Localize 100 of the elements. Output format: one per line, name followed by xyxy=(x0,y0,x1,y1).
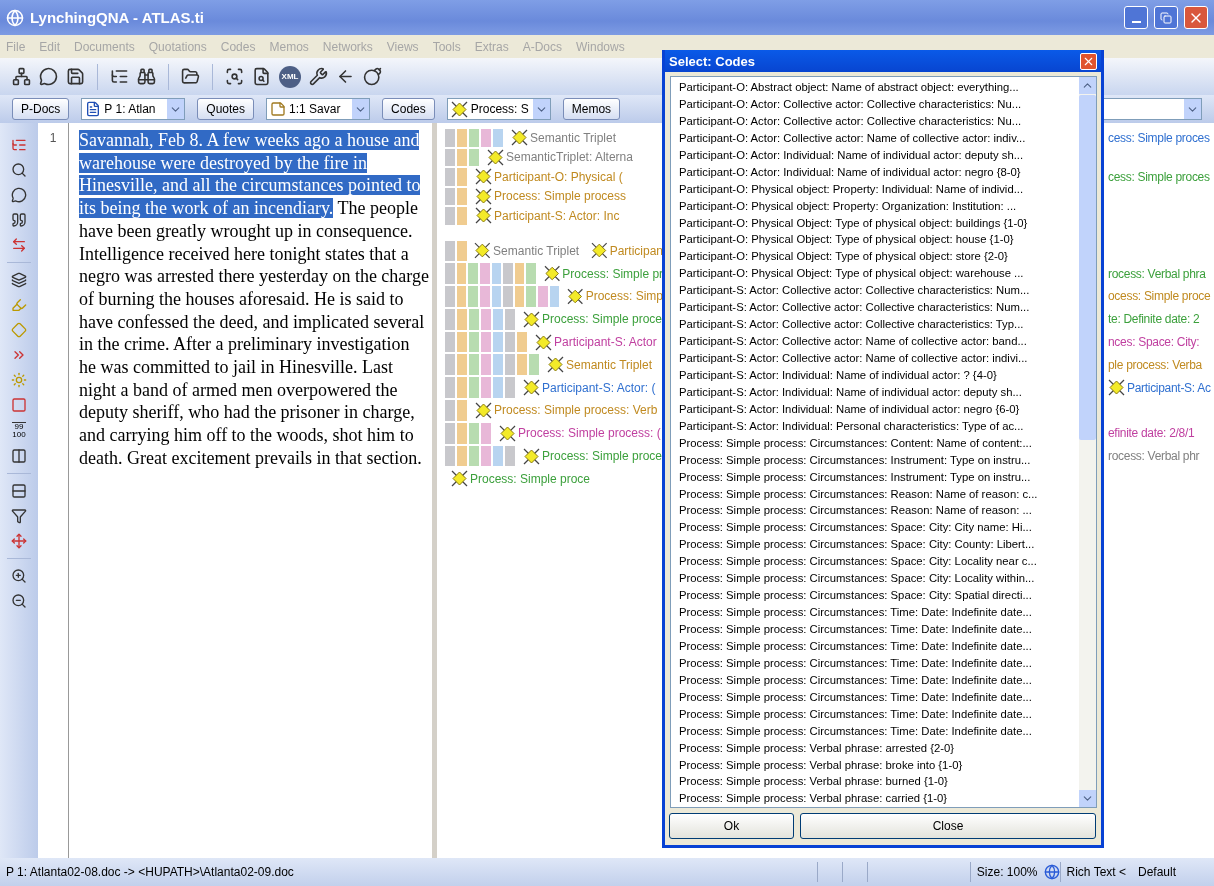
list-item[interactable]: Process: Simple process: Circumstances: Time: Date: Indefinite date... xyxy=(679,705,1079,723)
list-icon[interactable] xyxy=(11,137,27,153)
code-label[interactable]: Process: Simple process: ( xyxy=(518,426,661,441)
quote-icon[interactable] xyxy=(11,212,27,228)
list-item[interactable]: Participant-S: Actor: Collective actor: Collective characteristics: Num... xyxy=(679,299,1079,317)
file-search-icon[interactable] xyxy=(252,67,271,86)
list-item[interactable]: Process: Simple process: Circumstances: Time: Date: Indefinite date... xyxy=(679,722,1079,740)
list-item[interactable]: Participant-O: Physical object: Property: Individual: Name of individ... xyxy=(679,180,1079,198)
dialog-button[interactable]: Ok xyxy=(669,813,794,839)
list-item[interactable]: Process: Simple process: Circumstances: Time: Date: Indefinite date... xyxy=(679,654,1079,672)
list-item[interactable]: Participant-O: Actor: Collective actor: Collective characteristics: Nu... xyxy=(679,95,1079,113)
folder-icon[interactable] xyxy=(181,67,200,86)
close-button[interactable] xyxy=(1184,6,1208,29)
speech-bubble-icon[interactable] xyxy=(11,187,27,203)
list-item[interactable]: Process: Simple process: Circumstances: Time: Date: Indefinite date... xyxy=(679,621,1079,638)
navigator-button[interactable]: Memos xyxy=(562,98,621,120)
filter-icon[interactable] xyxy=(11,508,27,524)
list-item[interactable]: Participant-O: Physical object: Property: Organization: Institution: ... xyxy=(679,197,1079,215)
list-item[interactable]: Participant-O: Physical Object: Type of physical object: store {2-0} xyxy=(679,248,1079,266)
binoculars-icon[interactable] xyxy=(137,67,156,86)
list-item[interactable]: Process: Simple process: Circumstances: Space: City: Locality within... xyxy=(679,570,1079,588)
code-label[interactable]: rocess: Verbal phra xyxy=(1108,266,1206,281)
list-item[interactable]: Process: Simple process: Verbal phrase: arrested {2-0} xyxy=(679,739,1079,757)
list-item[interactable]: Process: Simple process: Circumstances: Instrument: Type on instru... xyxy=(679,451,1079,469)
list-item[interactable]: Process: Simple process: Circumstances: Time: Date: Indefinite date... xyxy=(679,604,1079,621)
code-icon xyxy=(499,424,516,442)
list-item[interactable]: Process: Simple process: Circumstances: Time: Date: Indefinite date... xyxy=(679,671,1079,689)
code-label[interactable]: Semantic Triplet xyxy=(493,243,580,258)
zoom-in-icon[interactable] xyxy=(11,568,27,584)
hierarchy-icon[interactable] xyxy=(12,67,31,86)
list-item[interactable]: Process: Simple process: Circumstances: Space: City: County: Libert... xyxy=(679,536,1079,554)
list-item[interactable]: Process: Simple process: Circumstances: Space: City: City name: Hi... xyxy=(679,519,1079,537)
code-icon xyxy=(544,265,561,283)
list-item[interactable]: Participant-O: Actor: Individual: Name of individual actor: negro {8-0} xyxy=(679,163,1079,181)
navigator-button[interactable]: Codes xyxy=(382,98,435,120)
list-item[interactable]: Process: Simple process: Circumstances: Space: City: Locality near c... xyxy=(679,553,1079,571)
list-item[interactable]: Participant-S: Actor: Collective actor: Collective characteristics: Num... xyxy=(679,282,1079,300)
scrollbar[interactable] xyxy=(1079,77,1096,807)
list-item[interactable]: Process: Simple process: Circumstances: Instrument: Type on instru... xyxy=(679,468,1079,486)
list-item[interactable]: Participant-O: Abstract object: Name of abstract object: everything... xyxy=(679,79,1079,96)
save-icon[interactable] xyxy=(66,67,85,86)
search-icon[interactable] xyxy=(11,162,27,178)
list-item[interactable]: Participant-O: Actor: Collective actor: Collective characteristics: Nu... xyxy=(679,112,1079,130)
code-label[interactable]: Participant-S: Actor: ( xyxy=(542,380,656,395)
rows-icon[interactable] xyxy=(11,483,27,499)
move-icon[interactable] xyxy=(11,533,27,549)
wrench-icon[interactable] xyxy=(309,67,328,86)
list-item[interactable]: Process: Simple process: Verbal phrase: broke into {1-0} xyxy=(679,756,1079,774)
navigator-button[interactable]: P-Docs xyxy=(12,98,70,120)
swap-icon[interactable] xyxy=(11,237,27,253)
list-item[interactable]: Process: Simple process: Circumstances: Content: Name of content:... xyxy=(679,434,1079,452)
list-item[interactable]: Participant-S: Actor: Collective actor: Name of collective actor: indivi... xyxy=(679,350,1079,367)
speech-bubble-icon[interactable] xyxy=(39,67,58,86)
list-item[interactable]: Participant-O: Actor: Individual: Name of individual actor: deputy sh... xyxy=(679,146,1079,164)
list-item[interactable]: Process: Simple process: Verbal phrase: carried {1-0} xyxy=(679,790,1079,807)
list-item[interactable]: Process: Simple process: Circumstances: Space: City: Spatial directi... xyxy=(679,587,1079,605)
code-label[interactable]: Participant-S: Ac xyxy=(1127,380,1211,395)
search-icon[interactable] xyxy=(225,67,244,86)
layers-icon[interactable] xyxy=(11,272,27,288)
list-item[interactable]: Process: Simple process: Circumstances: Time: Date: Indefinite date... xyxy=(679,688,1079,706)
code-label[interactable]: rocess: Verbal phr xyxy=(1108,449,1200,464)
zoom-size: Size: 100% xyxy=(969,862,1044,882)
code-label[interactable]: Participant-S: Actor xyxy=(554,335,657,350)
square-icon[interactable] xyxy=(11,397,27,413)
dialog-button[interactable]: Close xyxy=(800,813,1096,839)
navigator-dropdown[interactable]: Process: S xyxy=(446,98,551,120)
list-item[interactable]: Participant-S: Actor: Collective actor: Name of collective actor: band... xyxy=(679,333,1079,350)
columns-icon[interactable] xyxy=(11,448,27,464)
code-icon xyxy=(475,168,492,186)
list-item[interactable]: Participant-S: Actor: Individual: Name of individual actor: negro {6-0} xyxy=(679,400,1079,418)
navigator-dropdown[interactable]: 1:1 Savar xyxy=(266,98,371,120)
list-item[interactable]: Participant-O: Physical Object: Type of physical object: buildings {1-0} xyxy=(679,214,1079,232)
minimize-button[interactable] xyxy=(1124,6,1148,29)
code-label[interactable]: nces: Space: City: xyxy=(1108,335,1200,350)
navigator-dropdown[interactable]: P 1: Atlan xyxy=(81,98,186,120)
list-item[interactable]: Participant-O: Actor: Collective actor: Name of collective actor: indiv... xyxy=(679,129,1079,147)
list-item[interactable]: Process: Simple process: Circumstances: Reason: Name of reason: ... xyxy=(679,502,1079,520)
code-label[interactable]: cess: Simple proces xyxy=(1108,130,1210,145)
list-item[interactable]: Process: Simple process: Verbal phrase: burned {1-0} xyxy=(679,773,1079,791)
restore-button[interactable] xyxy=(1154,6,1178,29)
list-item[interactable]: Participant-S: Actor: Collective actor: Collective characteristics: Typ... xyxy=(679,316,1079,334)
list-item[interactable]: Participant-S: Actor: Individual: Name of individual actor: ? {4-0} xyxy=(679,366,1079,384)
code-label[interactable]: cess: Simple proces xyxy=(1108,169,1210,184)
list-item[interactable]: Participant-S: Actor: Individual: Name of individual actor: deputy sh... xyxy=(679,383,1079,401)
code-label[interactable]: Semantic Triplet xyxy=(530,130,617,145)
xml-icon[interactable]: XML xyxy=(279,65,301,88)
list-item[interactable]: Participant-O: Physical Object: Type of physical object: warehouse ... xyxy=(679,265,1079,283)
list-item[interactable]: Process: Simple process: Circumstances: Reason: Name of reason: c... xyxy=(679,485,1079,503)
zoom-out-icon[interactable] xyxy=(11,593,27,609)
list-item[interactable]: Participant-O: Physical Object: Type of physical object: house {1-0} xyxy=(679,231,1079,249)
code-label[interactable]: Process: Simple pr xyxy=(562,266,664,281)
tree-icon[interactable] xyxy=(110,67,129,86)
code-label[interactable]: SemanticTriplet: Alterna xyxy=(506,150,633,165)
close-button[interactable] xyxy=(1080,52,1097,70)
arrow-left-icon[interactable] xyxy=(336,67,355,86)
list-item[interactable]: Participant-S: Actor: Individual: Personal characteristics: Type of ac... xyxy=(679,417,1079,435)
bomb-icon[interactable] xyxy=(363,67,382,86)
navigator-button[interactable]: Quotes xyxy=(197,98,255,120)
list-item[interactable]: Process: Simple process: Circumstances: Time: Date: Indefinite date... xyxy=(679,637,1079,655)
code-label[interactable]: efinite date: 2/8/1 xyxy=(1108,426,1195,441)
